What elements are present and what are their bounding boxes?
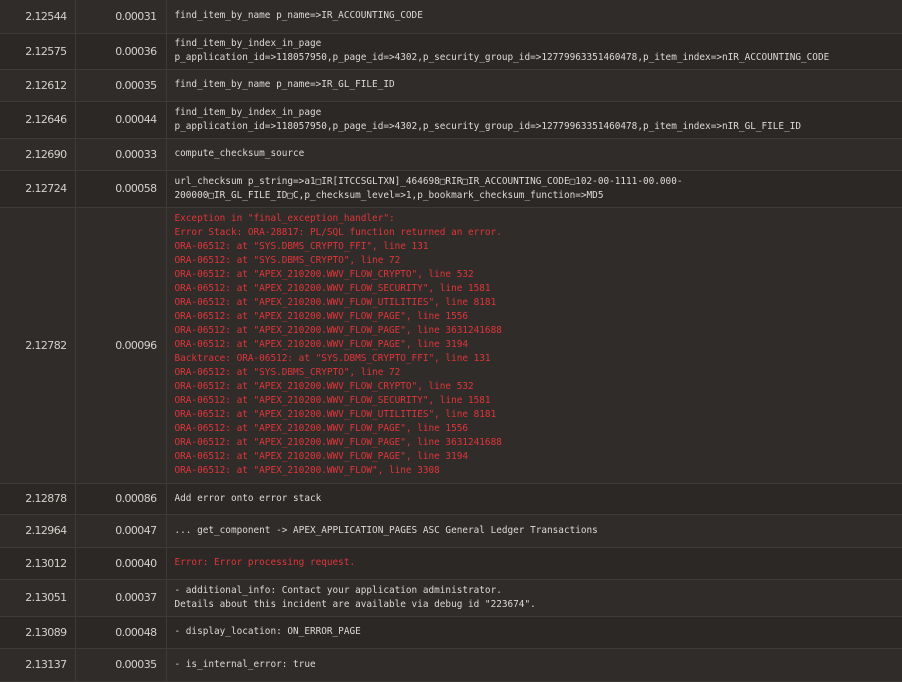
- log-row: 2.13012 0.00040 Error: Error processing re…: [0, 547, 902, 579]
- log-elapsed-cell: 0.00040: [75, 547, 167, 579]
- log-elapsed-cell: 0.00036: [75, 33, 167, 69]
- log-row: 2.12575 0.00036 find_item_by_index_in_page…: [0, 33, 902, 69]
- debug-log-table: 2.12544 0.00031 find_item_by_name p_name=>…: [0, 0, 902, 682]
- log-message-line: ORA-06512: at "SYS.DBMS_CRYPTO_FFI", lin…: [174, 241, 429, 252]
- log-message-line: url_checksum p_string=>a1□IR[ITCCSGLTXN]…: [174, 175, 683, 187]
- log-message-line: ORA-06512: at "SYS.DBMS_CRYPTO", line 72: [174, 255, 401, 266]
- log-message-line: ORA-06512: at "APEX_210200.WWV_FLOW", li…: [174, 465, 440, 476]
- log-error-message: Error: Error processing request.: [166, 547, 902, 579]
- log-message-line: ORA-06512: at "SYS.DBMS_CRYPTO", line 72: [174, 367, 401, 378]
- log-row: 2.12782 0.00096 Exception in "final_except…: [0, 207, 902, 483]
- log-message: find_item_by_index_in_page p_application_…: [166, 33, 902, 69]
- log-error-message: Exception in "final_exception_handler": E…: [166, 207, 902, 483]
- log-message-line: ORA-06512: at "APEX_210200.WWV_FLOW_PAGE…: [174, 339, 469, 350]
- log-message-line: ORA-06512: at "APEX_210200.WWV_FLOW_UTIL…: [174, 409, 497, 420]
- log-message-line: Details about this incident are availabl…: [174, 598, 536, 610]
- log-time-cell: 2.12724: [0, 170, 76, 207]
- log-message-line: 200000□IR_GL_FILE_ID□C,p_checksum_level=…: [174, 189, 604, 201]
- log-elapsed-cell: 0.00035: [75, 69, 167, 101]
- log-row: 2.12878 0.00086 Add error onto error stack: [0, 483, 902, 514]
- log-message-line: Error Stack: ORA-28817: PL/SQL function …: [174, 227, 502, 238]
- log-time-cell: 2.12544: [0, 0, 76, 33]
- log-message-line: ORA-06512: at "APEX_210200.WWV_FLOW_CRYP…: [174, 269, 474, 280]
- log-row: 2.12544 0.00031 find_item_by_name p_name=>…: [0, 0, 902, 33]
- log-elapsed-cell: 0.00086: [75, 483, 167, 514]
- log-message-line: Add error onto error stack: [174, 492, 322, 504]
- log-message-line: find_item_by_name p_name=>IR_ACCOUNTING_…: [174, 10, 423, 22]
- log-time-cell: 2.13051: [0, 579, 76, 616]
- log-row: 2.13137 0.00035 - is_internal_error: true: [0, 648, 902, 681]
- log-row: 2.12612 0.00035 find_item_by_name p_name=>…: [0, 69, 902, 101]
- log-message-line: find_item_by_index_in_page: [174, 106, 322, 118]
- log-message: - is_internal_error: true: [166, 648, 902, 681]
- log-message: url_checksum p_string=>a1□IR[ITCCSGLTXN]…: [166, 170, 902, 207]
- log-elapsed-cell: 0.00096: [75, 207, 167, 483]
- log-elapsed-cell: 0.00031: [75, 0, 167, 33]
- log-time-cell: 2.12878: [0, 483, 76, 514]
- log-message-line: ORA-06512: at "APEX_210200.WWV_FLOW_SECU…: [174, 283, 491, 294]
- log-time-cell: 2.12782: [0, 207, 76, 483]
- log-elapsed-cell: 0.00044: [75, 101, 167, 138]
- log-row: 2.13051 0.00037 - additional_info: Contact…: [0, 579, 902, 616]
- log-time-cell: 2.12690: [0, 138, 76, 170]
- log-message-line: - display_location: ON_ERROR_PAGE: [174, 626, 361, 637]
- log-elapsed-cell: 0.00048: [75, 616, 167, 648]
- log-message: compute_checksum_source: [166, 138, 902, 170]
- log-time-cell: 2.13089: [0, 616, 76, 648]
- log-row: 2.12964 0.00047 ... get_component -> APEX_…: [0, 514, 902, 547]
- debug-log-body: 2.12544 0.00031 find_item_by_name p_name=>…: [0, 0, 902, 681]
- log-message-line: Backtrace: ORA-06512: at "SYS.DBMS_CRYPT…: [174, 353, 491, 364]
- log-elapsed-cell: 0.00058: [75, 170, 167, 207]
- log-message-line: ORA-06512: at "APEX_210200.WWV_FLOW_UTIL…: [174, 297, 497, 308]
- log-message-line: ORA-06512: at "APEX_210200.WWV_FLOW_PAGE…: [174, 423, 469, 434]
- log-message-line: p_application_id=>118057950,p_page_id=>4…: [174, 120, 802, 132]
- log-elapsed-cell: 0.00033: [75, 138, 167, 170]
- log-row: 2.12724 0.00058 url_checksum p_string=>a1□…: [0, 170, 902, 207]
- log-time-cell: 2.13137: [0, 648, 76, 681]
- log-row: 2.13089 0.00048 - display_location: ON_ERR…: [0, 616, 902, 648]
- log-message-line: - is_internal_error: true: [174, 658, 316, 670]
- log-message: Add error onto error stack: [166, 483, 902, 514]
- log-time-cell: 2.12575: [0, 33, 76, 69]
- log-message-line: ORA-06512: at "APEX_210200.WWV_FLOW_PAGE…: [174, 311, 469, 322]
- log-message-line: p_application_id=>118057950,p_page_id=>4…: [174, 52, 830, 63]
- log-message-line: ORA-06512: at "APEX_210200.WWV_FLOW_CRYP…: [174, 381, 474, 392]
- log-message-line: ORA-06512: at "APEX_210200.WWV_FLOW_PAGE…: [174, 325, 502, 336]
- log-time-cell: 2.12646: [0, 101, 76, 138]
- log-message-line: find_item_by_index_in_page: [174, 38, 322, 49]
- log-message-line: ... get_component -> APEX_APPLICATION_PA…: [174, 524, 598, 536]
- log-time-cell: 2.12964: [0, 514, 76, 547]
- log-elapsed-cell: 0.00035: [75, 648, 167, 681]
- log-message-line: Error: Error processing request.: [174, 557, 356, 568]
- log-row: 2.12690 0.00033 compute_checksum_source: [0, 138, 902, 170]
- log-elapsed-cell: 0.00037: [75, 579, 167, 616]
- log-message-line: ORA-06512: at "APEX_210200.WWV_FLOW_SECU…: [174, 395, 491, 406]
- log-message-line: - additional_info: Contact your applicat…: [174, 584, 502, 596]
- log-elapsed-cell: 0.00047: [75, 514, 167, 547]
- log-row: 2.12646 0.00044 find_item_by_index_in_page…: [0, 101, 902, 138]
- log-message: ... get_component -> APEX_APPLICATION_PA…: [166, 514, 902, 547]
- log-message: - additional_info: Contact your applicat…: [166, 579, 902, 616]
- log-message-line: ORA-06512: at "APEX_210200.WWV_FLOW_PAGE…: [174, 437, 502, 448]
- log-message: find_item_by_index_in_page p_application_…: [166, 101, 902, 138]
- log-message-line: find_item_by_name p_name=>IR_GL_FILE_ID: [174, 79, 395, 90]
- log-message-line: ORA-06512: at "APEX_210200.WWV_FLOW_PAGE…: [174, 451, 469, 462]
- log-message-line: Exception in "final_exception_handler":: [174, 213, 395, 224]
- log-time-cell: 2.13012: [0, 547, 76, 579]
- log-message: - display_location: ON_ERROR_PAGE: [166, 616, 902, 648]
- log-message: find_item_by_name p_name=>IR_GL_FILE_ID: [166, 69, 902, 101]
- log-time-cell: 2.12612: [0, 69, 76, 101]
- log-message-line: compute_checksum_source: [174, 148, 305, 159]
- log-message: find_item_by_name p_name=>IR_ACCOUNTING_…: [166, 0, 902, 33]
